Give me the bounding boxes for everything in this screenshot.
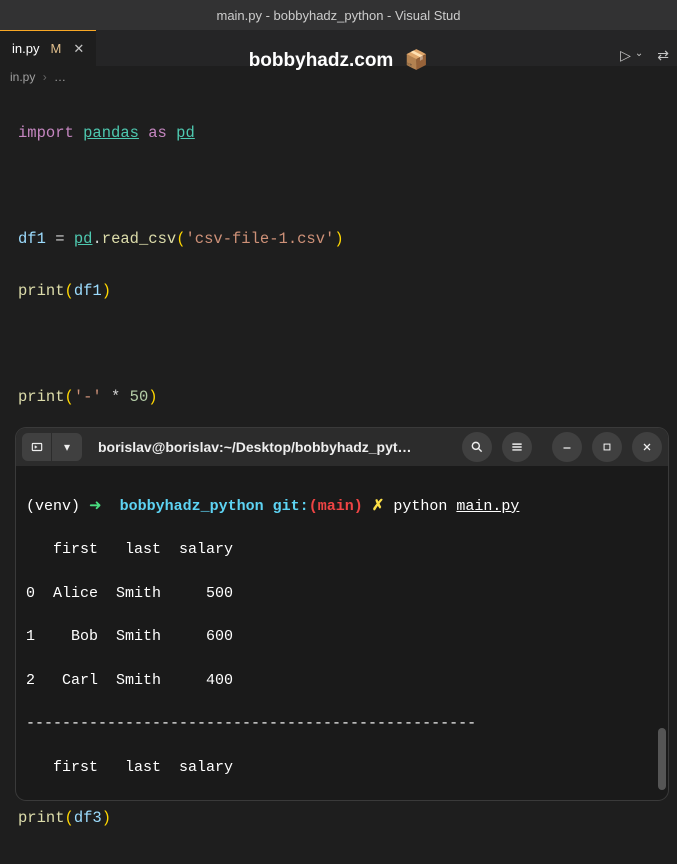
breadcrumb-more: … <box>54 70 66 84</box>
terminal-tab-group: ▾ <box>22 433 82 461</box>
code-line: print(df1) <box>18 278 659 304</box>
terminal-line: first last salary <box>26 757 658 779</box>
run-icon[interactable]: ▷ <box>620 48 631 65</box>
tab-main-py[interactable]: in.py M ✕ <box>0 30 96 66</box>
git-compare-icon[interactable]: ⇄ <box>657 48 669 65</box>
tab-filename: in.py <box>12 41 39 56</box>
search-button[interactable] <box>462 432 492 462</box>
chevron-down-icon[interactable]: ▾ <box>52 433 82 461</box>
close-icon[interactable]: ✕ <box>73 41 84 57</box>
code-line: import pandas as pd <box>18 120 659 146</box>
terminal-header: ▾ borislav@borislav:~/Desktop/bobbyhadz_… <box>16 428 668 466</box>
breadcrumb-file: in.py <box>10 70 35 84</box>
terminal-line: (venv) ➜ bobbyhadz_python git:(main) ✗ p… <box>26 496 658 518</box>
new-tab-button[interactable] <box>22 433 52 461</box>
code-line: df1 = pd.read_csv('csv-file-1.csv') <box>18 226 659 252</box>
terminal-title: borislav@borislav:~/Desktop/bobbyhadz_py… <box>88 439 452 455</box>
chevron-down-icon[interactable]: ⌄ <box>635 48 643 65</box>
code-line: print('-' * 50) <box>18 384 659 410</box>
titlebar: main.py - bobbyhadz_python - Visual Stud <box>0 0 677 30</box>
minimize-button[interactable] <box>552 432 582 462</box>
terminal-line: first last salary <box>26 539 658 561</box>
terminal-body[interactable]: (venv) ➜ bobbyhadz_python git:(main) ✗ p… <box>16 466 668 800</box>
tab-bar: in.py M ✕ <box>0 30 677 66</box>
breadcrumb[interactable]: in.py › … <box>0 66 677 88</box>
chevron-right-icon: › <box>43 70 47 84</box>
terminal-line: ----------------------------------------… <box>26 713 658 735</box>
menu-button[interactable] <box>502 432 532 462</box>
terminal-line: 0 Alice Smith 500 <box>26 583 658 605</box>
scrollbar[interactable] <box>658 728 666 790</box>
close-button[interactable] <box>632 432 662 462</box>
window-title: main.py - bobbyhadz_python - Visual Stud <box>216 8 460 23</box>
tab-modified-indicator: M <box>50 41 61 56</box>
code-line: print(df3) <box>18 805 659 831</box>
code-line <box>18 173 659 199</box>
maximize-button[interactable] <box>592 432 622 462</box>
terminal-line: 2 Carl Smith 400 <box>26 670 658 692</box>
terminal-line: 1 Bob Smith 600 <box>26 626 658 648</box>
code-line <box>18 331 659 357</box>
terminal-window: ▾ borislav@borislav:~/Desktop/bobbyhadz_… <box>16 428 668 800</box>
editor-actions: ▷ ⌄ ⇄ <box>620 48 669 65</box>
